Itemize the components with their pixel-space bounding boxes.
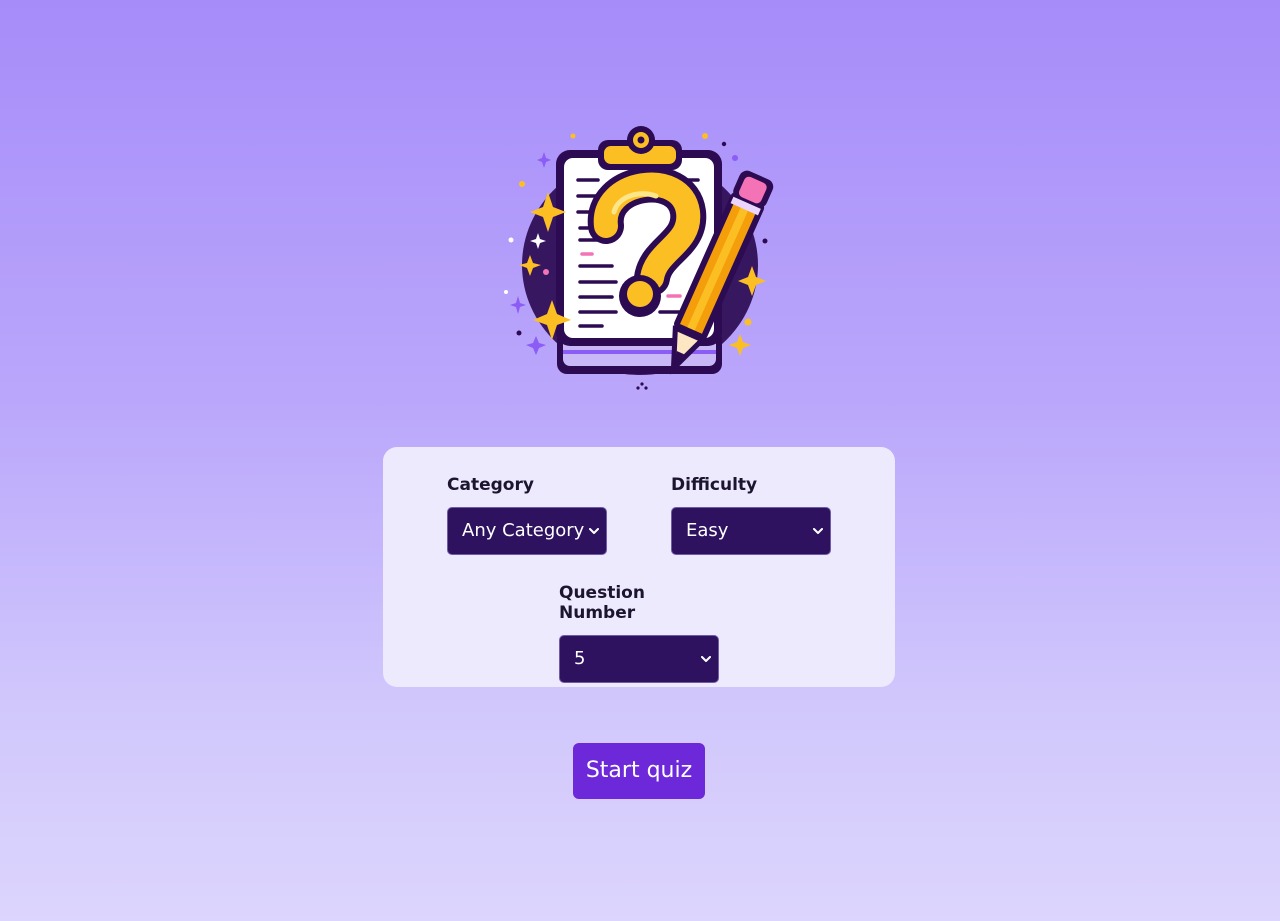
- question-number-label: Question Number: [559, 583, 645, 623]
- question-number-select[interactable]: 5: [559, 635, 719, 683]
- difficulty-field: Difficulty Easy: [671, 475, 831, 555]
- chevron-down-icon: [812, 508, 824, 554]
- start-quiz-button[interactable]: Start quiz: [573, 743, 705, 799]
- difficulty-label: Difficulty: [671, 475, 758, 495]
- chevron-down-icon: [700, 636, 712, 682]
- question-number-field: Question Number 5: [559, 583, 719, 683]
- chevron-down-icon: [588, 508, 600, 554]
- category-select[interactable]: Any Category: [447, 507, 607, 555]
- difficulty-select[interactable]: Easy: [671, 507, 831, 555]
- difficulty-selected-value: Easy: [686, 520, 729, 541]
- quiz-settings-panel: Category Any Category Difficulty Easy Qu…: [383, 447, 895, 687]
- category-selected-value: Any Category: [462, 520, 585, 541]
- question-number-selected-value: 5: [574, 648, 586, 669]
- category-label: Category: [447, 475, 534, 495]
- category-field: Category Any Category: [447, 475, 607, 555]
- quiz-logo-icon: [504, 126, 774, 390]
